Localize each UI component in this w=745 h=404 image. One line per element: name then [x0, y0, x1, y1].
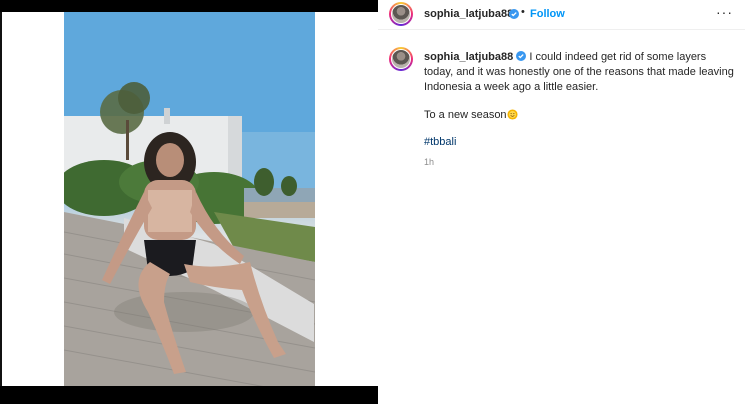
post-header: sophia_latjuba88 • Follow ··· — [378, 0, 745, 30]
verified-badge-icon — [516, 51, 527, 61]
post-side-panel: sophia_latjuba88 • Follow ··· sophia_lat… — [378, 0, 745, 404]
caption-paragraph-1: sophia_latjuba88 I could indeed get rid … — [424, 50, 734, 95]
instagram-post-view: sophia_latjuba88 • Follow ··· sophia_lat… — [0, 0, 745, 404]
header-avatar[interactable] — [389, 2, 413, 26]
avatar-image — [392, 50, 410, 68]
follow-button[interactable]: Follow — [530, 8, 565, 20]
media-pane — [0, 0, 378, 404]
caption-avatar[interactable] — [389, 47, 413, 71]
verified-badge-icon — [509, 9, 519, 19]
post-photo-illustration — [64, 12, 315, 386]
media-left-edge — [0, 12, 2, 386]
caption-text-2: To a new season — [424, 109, 507, 121]
avatar-ring-inner — [391, 4, 411, 24]
header-separator: • — [521, 6, 525, 18]
post-timestamp: 1h — [424, 157, 435, 167]
smiling-sun-emoji-icon — [507, 109, 518, 120]
media-bottom-bar — [0, 386, 378, 404]
avatar-image — [392, 5, 410, 23]
media-top-bar — [0, 0, 378, 12]
avatar-ring-inner — [391, 49, 411, 69]
hashtag-link[interactable]: #tbbali — [424, 135, 734, 150]
post-photo[interactable] — [64, 12, 315, 386]
more-options-icon[interactable]: ··· — [716, 4, 733, 20]
caption-block: sophia_latjuba88 I could indeed get rid … — [424, 50, 734, 170]
header-username[interactable]: sophia_latjuba88 — [424, 8, 513, 20]
caption-paragraph-2: To a new season — [424, 108, 734, 123]
caption-username[interactable]: sophia_latjuba88 — [424, 51, 513, 63]
